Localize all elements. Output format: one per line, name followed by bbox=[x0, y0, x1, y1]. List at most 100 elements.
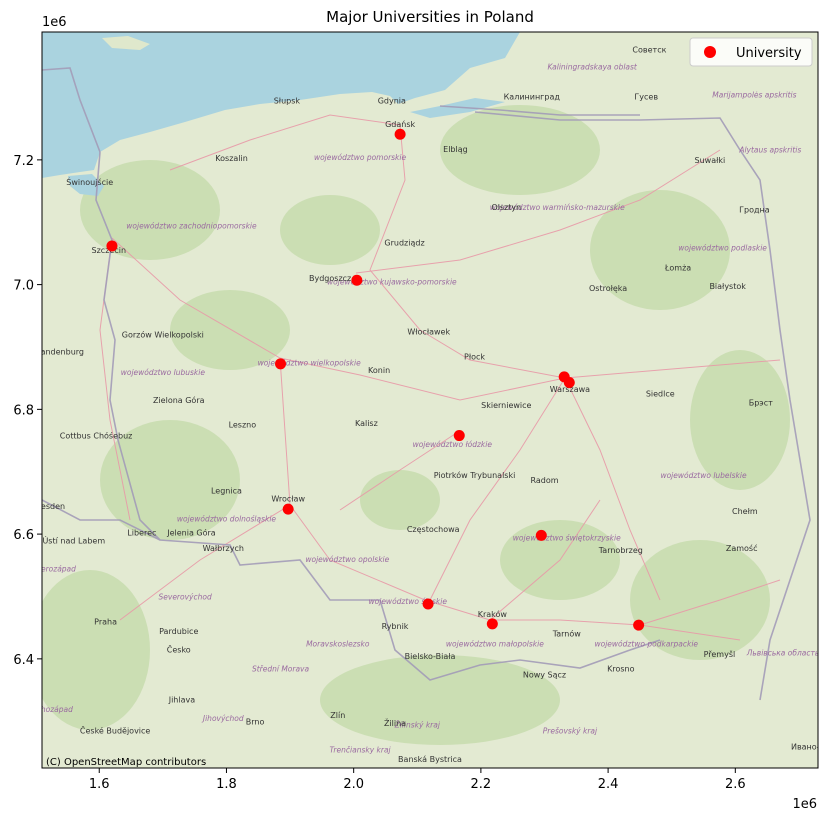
city-label: Wrocław bbox=[271, 495, 305, 504]
city-label: Leszno bbox=[229, 420, 257, 429]
x-tick-label: 1.6 bbox=[89, 777, 110, 792]
city-label: Świnoujście bbox=[66, 176, 113, 187]
city-label: Gdańsk bbox=[385, 120, 415, 129]
city-label: Bielsko-Biała bbox=[405, 652, 456, 661]
university-point bbox=[106, 240, 118, 252]
x-tick-label: 2.0 bbox=[343, 777, 364, 792]
city-label: Banská Bystrica bbox=[398, 755, 462, 764]
university-point bbox=[422, 598, 434, 610]
legend-marker bbox=[704, 46, 716, 58]
city-label: Częstochowa bbox=[407, 525, 460, 534]
city-label: Brandenburg bbox=[32, 347, 84, 356]
city-label: Łomża bbox=[664, 263, 691, 272]
city-label: Ивано- bbox=[791, 742, 820, 751]
map-figure: Major Universities in Poland województwo… bbox=[13, 8, 820, 812]
y-tick-label: 6.4 bbox=[13, 653, 34, 668]
city-label: Nowy Sącz bbox=[523, 671, 566, 680]
university-point bbox=[351, 274, 363, 286]
university-point bbox=[275, 358, 287, 370]
city-label: Słupsk bbox=[274, 97, 301, 106]
region-label: województwo wielkopolskie bbox=[258, 359, 362, 368]
y-tick-label: 7.0 bbox=[13, 279, 34, 294]
y-axis-ticks: 6.4 6.6 6.8 7.0 7.2 bbox=[13, 154, 42, 668]
region-label: Prešovský kraj bbox=[543, 727, 598, 736]
city-label: Skierniewice bbox=[481, 401, 531, 410]
region-label: województwo świętokrzyskie bbox=[513, 533, 621, 542]
city-label: Žilina bbox=[384, 717, 406, 728]
region-label: województwo zachodniopomorskie bbox=[126, 221, 257, 230]
city-label: Rybnik bbox=[382, 622, 409, 631]
city-label: Liberec bbox=[127, 528, 156, 537]
city-label: Krosno bbox=[607, 664, 634, 673]
university-point bbox=[486, 618, 498, 630]
region-label: województwo małopolskie bbox=[446, 639, 544, 648]
y-tick-label: 7.2 bbox=[13, 154, 34, 169]
city-label: Jihlava bbox=[168, 696, 196, 705]
region-label: województwo opolskie bbox=[305, 555, 389, 564]
x-tick-label: 2.2 bbox=[471, 777, 492, 792]
region-label: województwo dolnośląskie bbox=[177, 515, 277, 524]
region-label: Львівська область bbox=[746, 649, 820, 658]
city-label: Bydgoszcz bbox=[309, 274, 351, 283]
basemap: województwo pomorskie województwo zachodn… bbox=[27, 32, 820, 768]
x-tick-label: 2.4 bbox=[598, 777, 619, 792]
city-label: Брэст bbox=[749, 399, 773, 408]
city-label: Siedlce bbox=[646, 389, 675, 398]
city-label: Legnica bbox=[211, 487, 242, 496]
city-label: Tarnów bbox=[552, 628, 582, 638]
university-point bbox=[563, 377, 575, 389]
university-point bbox=[535, 529, 547, 541]
city-label: Piotrków Trybunalski bbox=[434, 470, 516, 480]
region-label: Jihozápad bbox=[35, 705, 74, 714]
city-label: Praha bbox=[94, 618, 117, 627]
city-label: Suwałki bbox=[695, 156, 726, 165]
region-label: Marijampolės apskritis bbox=[712, 90, 796, 99]
city-label: Калининград bbox=[504, 92, 561, 101]
city-label: Гродна bbox=[739, 205, 770, 214]
city-label: Konin bbox=[368, 366, 390, 375]
city-label: Chełm bbox=[732, 507, 758, 516]
city-label: Kraków bbox=[478, 609, 508, 619]
city-label: Гусев bbox=[634, 92, 658, 101]
chart-title: Major Universities in Poland bbox=[326, 8, 534, 26]
city-label: Kalisz bbox=[355, 419, 378, 428]
region-label: Severovýchod bbox=[159, 593, 212, 602]
y-tick-label: 6.8 bbox=[13, 403, 34, 418]
city-label: Zielona Góra bbox=[153, 395, 205, 405]
city-label: Olsztyn bbox=[491, 203, 521, 212]
city-label: Dresden bbox=[32, 502, 65, 511]
region-label: województwo pomorskie bbox=[314, 153, 407, 162]
city-label: Zlín bbox=[330, 711, 345, 720]
region-label: Severozápad bbox=[27, 565, 76, 574]
city-label: Włocławek bbox=[407, 328, 450, 337]
city-label: České Budějovice bbox=[80, 725, 151, 736]
city-label: Tarnobrzeg bbox=[598, 546, 643, 555]
city-label: Přemyšl bbox=[704, 649, 736, 659]
city-label: Gdynia bbox=[378, 97, 406, 106]
university-point bbox=[394, 128, 406, 140]
region-label: Kaliningradskaya oblast bbox=[548, 62, 638, 71]
city-label: Ostrołęka bbox=[589, 284, 627, 293]
attribution: (C) OpenStreetMap contributors bbox=[46, 757, 206, 768]
y-tick-label: 6.6 bbox=[13, 528, 34, 543]
city-label: Płock bbox=[464, 352, 485, 361]
city-label: Советск bbox=[632, 46, 666, 55]
city-label: Česko bbox=[167, 644, 191, 655]
city-label: Wałbrzych bbox=[203, 544, 244, 553]
city-label: Pardubice bbox=[159, 627, 198, 636]
x-tick-label: 1.8 bbox=[216, 777, 237, 792]
city-label: Elbląg bbox=[443, 145, 468, 154]
city-label: Grudziądz bbox=[384, 238, 424, 247]
region-label: województwo podlaskie bbox=[678, 243, 767, 252]
city-label: Białystok bbox=[709, 282, 746, 291]
x-offset-label: 1e6 bbox=[792, 797, 817, 812]
university-point bbox=[453, 430, 465, 442]
region-label: Moravskoslezsko bbox=[306, 639, 370, 648]
region-label: województwo podkarpackie bbox=[594, 639, 698, 648]
region-label: województwo lubelskie bbox=[660, 471, 747, 480]
city-label: Brno bbox=[246, 717, 265, 726]
city-label: Radom bbox=[530, 476, 558, 485]
legend: University bbox=[689, 37, 813, 67]
city-label: Gorzów Wielkopolski bbox=[122, 330, 204, 340]
region-label: Trenčiansky kraj bbox=[329, 745, 391, 754]
